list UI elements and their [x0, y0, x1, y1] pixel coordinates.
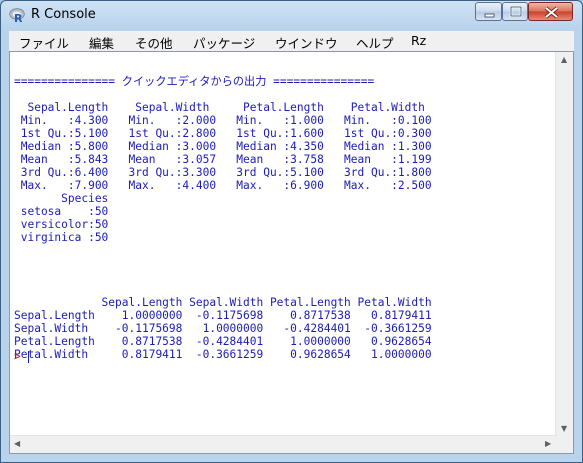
console-line: Sepal.Length Sepal.Width Petal.Length Pe…	[14, 101, 425, 114]
console-output: =============== クイックエディタからの出力 ==========…	[14, 75, 432, 361]
console-line: 1st Qu.:5.100 1st Qu.:2.800 1st Qu.:1.60…	[14, 127, 432, 140]
console-line: Petal.Width 0.8179411 -0.3661259 0.96286…	[14, 348, 432, 361]
console-line: versicolor:50	[14, 218, 109, 231]
menu-windows[interactable]: ウインドウ	[275, 33, 338, 52]
menu-edit[interactable]: 編集	[89, 33, 114, 52]
menu-file[interactable]: ファイル	[19, 33, 69, 52]
console-line: Mean :5.843 Mean :3.057 Mean :3.758 Mean…	[14, 153, 432, 166]
maximize-icon	[509, 5, 523, 18]
menu-bar: ファイル 編集 その他 パッケージ ウインドウ ヘルプ Rz	[9, 31, 574, 51]
console-line: virginica :50	[14, 231, 109, 244]
console-line: 3rd Qu.:6.400 3rd Qu.:3.300 3rd Qu.:5.10…	[14, 166, 432, 179]
close-button[interactable]	[528, 2, 573, 21]
console-line: Sepal.Length 1.0000000 -0.1175698 0.8717…	[14, 309, 432, 322]
console-area[interactable]: =============== クイックエディタからの出力 ==========…	[9, 51, 574, 454]
r-logo-icon: R	[9, 8, 25, 23]
console-line: Sepal.Width -0.1175698 1.0000000 -0.4284…	[14, 322, 432, 335]
close-icon	[544, 6, 559, 19]
scroll-up-icon[interactable]: ▲	[561, 55, 567, 64]
scrollbar-corner	[556, 436, 573, 453]
menu-help[interactable]: ヘルプ	[356, 33, 394, 52]
console-prompt: >	[14, 350, 21, 363]
menu-rz[interactable]: Rz	[411, 33, 426, 48]
minimize-button[interactable]	[475, 2, 502, 21]
console-line: Species	[14, 192, 109, 205]
horizontal-scrollbar[interactable]: ◀ ▶	[10, 435, 557, 453]
console-line: setosa :50	[14, 205, 109, 218]
console-line: Max. :7.900 Max. :4.400 Max. :6.900 Max.…	[14, 179, 432, 192]
scroll-right-icon[interactable]: ▶	[545, 439, 551, 448]
r-console-window: R R Console ファイル 編集 その他 パッケージ ウインドウ ヘルプ …	[0, 0, 583, 463]
console-line: Petal.Length 0.8717538 -0.4284401 1.0000…	[14, 335, 432, 348]
menu-misc[interactable]: その他	[135, 33, 173, 52]
minimize-icon	[484, 13, 495, 18]
vertical-scrollbar[interactable]: ▲ ▼	[555, 52, 573, 437]
console-line: Min. :4.300 Min. :2.000 Min. :1.000 Min.…	[14, 114, 432, 127]
maximize-button[interactable]	[502, 2, 528, 21]
window-title: R Console	[31, 7, 96, 22]
console-line: =============== クイックエディタからの出力 ==========…	[14, 75, 375, 88]
console-line: Median :5.800 Median :3.000 Median :4.35…	[14, 140, 432, 153]
scroll-down-icon[interactable]: ▼	[561, 424, 567, 433]
title-bar[interactable]: R R Console	[1, 1, 582, 29]
scroll-left-icon[interactable]: ◀	[14, 439, 20, 448]
svg-text:R: R	[14, 12, 23, 23]
text-cursor	[28, 351, 29, 363]
menu-packages[interactable]: パッケージ	[193, 33, 255, 52]
console-line: Sepal.Length Sepal.Width Petal.Length Pe…	[14, 296, 432, 309]
